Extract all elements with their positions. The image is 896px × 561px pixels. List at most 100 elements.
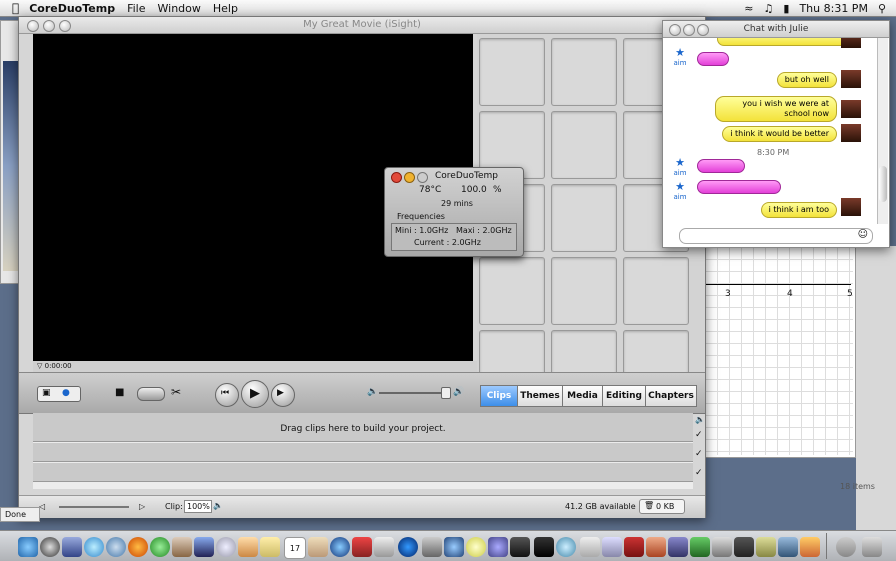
app-icon[interactable] <box>374 537 394 557</box>
app-icon[interactable] <box>466 537 486 557</box>
iweb-icon[interactable] <box>260 537 280 557</box>
clip-slot[interactable] <box>479 38 545 106</box>
track-checkbox[interactable]: ✓ <box>695 431 704 440</box>
clip-slot[interactable] <box>551 257 617 325</box>
minimize-button[interactable] <box>683 24 695 36</box>
garageband-icon[interactable] <box>238 537 258 557</box>
app-icon[interactable] <box>646 537 666 557</box>
menu-window[interactable]: Window <box>158 2 201 15</box>
tab-chapters[interactable]: Chapters <box>645 385 697 407</box>
calculator-icon[interactable] <box>580 537 600 557</box>
zoom-button[interactable] <box>697 24 709 36</box>
address-book-icon[interactable] <box>308 537 328 557</box>
menu-file[interactable]: File <box>127 2 145 15</box>
app-icon[interactable] <box>602 537 622 557</box>
app-icon[interactable] <box>734 537 754 557</box>
track-volume-icon[interactable]: 🔈 <box>695 415 705 424</box>
downloads-stack-icon[interactable] <box>836 537 856 557</box>
firefox-icon[interactable] <box>128 537 148 557</box>
app-icon[interactable] <box>534 537 554 557</box>
chat-input[interactable]: ☺ <box>679 228 873 244</box>
playhead-timecode[interactable]: ▽ 0:00:00 <box>33 361 477 372</box>
safari-icon[interactable] <box>106 537 126 557</box>
clip-slot[interactable] <box>551 184 617 252</box>
clip-slot[interactable] <box>551 111 617 179</box>
volume-icon[interactable]: ♫ <box>764 2 774 15</box>
minimize-button[interactable] <box>404 172 415 183</box>
track-checkbox[interactable]: ✓ <box>695 450 704 459</box>
wifi-icon[interactable]: ≈ <box>744 2 753 15</box>
view-toggle[interactable]: ▣ ● <box>37 386 81 402</box>
fullscreen-play-button[interactable]: ▶ <box>271 383 295 407</box>
zoom-button[interactable] <box>59 20 71 32</box>
app-icon[interactable] <box>690 537 710 557</box>
volume-slider-thumb[interactable] <box>441 387 451 399</box>
scrollbar-thumb[interactable] <box>879 166 887 202</box>
app-icon[interactable] <box>444 537 464 557</box>
clip-volume-icon[interactable]: 🔈 <box>213 501 223 510</box>
intel-icon[interactable] <box>398 537 418 557</box>
close-button[interactable] <box>391 172 402 183</box>
app-icon[interactable] <box>712 537 732 557</box>
app-icon[interactable] <box>778 537 798 557</box>
tab-themes[interactable]: Themes <box>517 385 563 407</box>
clip-view-icon[interactable]: ▣ <box>42 388 51 398</box>
audio-track-1[interactable] <box>33 443 693 462</box>
clip-slot[interactable] <box>623 257 689 325</box>
itunes-icon[interactable] <box>150 537 170 557</box>
clock[interactable]: Thu 8:31 PM <box>799 2 867 15</box>
app-icon[interactable] <box>488 537 508 557</box>
playhead-icon[interactable]: ▽ <box>37 362 42 370</box>
imovie-titlebar[interactable]: My Great Movie (iSight) <box>19 17 705 34</box>
tab-editing[interactable]: Editing <box>602 385 646 407</box>
trash-icon[interactable] <box>862 537 882 557</box>
apple-menu-icon[interactable]:  <box>12 1 19 15</box>
system-preferences-icon[interactable] <box>422 537 442 557</box>
chat-transcript[interactable]: ★ aim but oh well you i wish we were at s… <box>663 38 875 224</box>
clip-zoom-field[interactable]: 100% <box>184 500 212 513</box>
zoom-button[interactable] <box>417 172 428 183</box>
play-button[interactable]: ▶ <box>241 380 269 408</box>
chat-scrollbar[interactable] <box>877 38 888 224</box>
rewind-button[interactable]: ⏮ <box>215 383 239 407</box>
dashboard-icon[interactable] <box>40 537 60 557</box>
zoom-in-icon[interactable]: ▷ <box>139 502 145 511</box>
menu-help[interactable]: Help <box>213 2 238 15</box>
timeline[interactable]: Drag clips here to build your project. <box>33 413 693 489</box>
ical-icon[interactable]: 17 <box>284 537 306 559</box>
minimize-button[interactable] <box>43 20 55 32</box>
iphoto-icon[interactable] <box>172 537 192 557</box>
clip-slot[interactable] <box>551 38 617 106</box>
trash-button[interactable]: 🗑 0 KB <box>639 499 685 514</box>
ichat-icon[interactable] <box>84 537 104 557</box>
imovie-icon[interactable] <box>194 537 214 557</box>
app-icon[interactable] <box>556 537 576 557</box>
mail-icon[interactable] <box>62 537 82 557</box>
video-track[interactable]: Drag clips here to build your project. <box>33 413 693 442</box>
tab-clips[interactable]: Clips <box>480 385 518 407</box>
app-icon[interactable] <box>800 537 820 557</box>
app-icon[interactable] <box>668 537 688 557</box>
tab-media[interactable]: Media <box>562 385 603 407</box>
terminal-icon[interactable] <box>510 537 530 557</box>
spotlight-icon[interactable]: ⚲ <box>878 2 886 15</box>
timeline-view-icon[interactable]: ● <box>62 388 70 398</box>
clip-slot[interactable] <box>479 257 545 325</box>
clip-slot[interactable] <box>623 330 689 374</box>
app-menu[interactable]: CoreDuoTemp <box>29 2 115 15</box>
app-icon[interactable] <box>352 537 372 557</box>
close-button[interactable] <box>27 20 39 32</box>
volume-slider[interactable] <box>379 392 449 394</box>
zoom-slider[interactable] <box>59 506 129 508</box>
quicktime-icon[interactable] <box>330 537 350 557</box>
clip-slot[interactable] <box>479 330 545 374</box>
camera-mode-switch[interactable] <box>137 387 165 401</box>
finder-icon[interactable] <box>18 537 38 557</box>
battery-icon[interactable]: ▮ <box>783 2 789 15</box>
close-button[interactable] <box>669 24 681 36</box>
smiley-icon[interactable]: ☺ <box>858 229 868 240</box>
audio-track-2[interactable] <box>33 463 693 482</box>
clip-slot[interactable] <box>551 330 617 374</box>
idvd-icon[interactable] <box>216 537 236 557</box>
chat-titlebar[interactable]: Chat with Julie <box>663 21 889 38</box>
